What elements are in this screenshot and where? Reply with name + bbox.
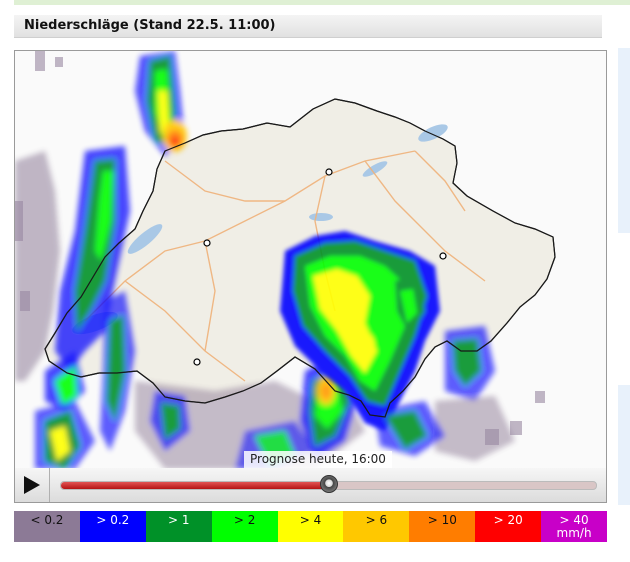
top-accent-bar	[14, 0, 630, 5]
precipitation-map[interactable]	[14, 50, 607, 470]
play-button[interactable]	[15, 468, 50, 502]
page-title: Niederschläge (Stand 22.5. 11:00)	[24, 18, 276, 33]
map-canvas	[15, 51, 556, 469]
legend-item: > 10	[409, 511, 476, 542]
panel-header: Niederschläge (Stand 22.5. 11:00)	[14, 15, 602, 38]
player-controls	[14, 468, 607, 503]
legend-item: > 4	[277, 511, 344, 542]
play-icon	[24, 476, 40, 494]
forecast-time-label: Prognose heute, 16:00	[244, 451, 392, 468]
legend-item: > 0.2	[79, 511, 146, 542]
legend-item: > 2	[211, 511, 278, 542]
legend-item: < 0.2	[14, 511, 80, 542]
side-panel-top	[618, 48, 630, 233]
legend-item: > 20	[475, 511, 542, 542]
timeline-progress	[61, 482, 329, 489]
timeline-track[interactable]	[60, 475, 597, 493]
lake-lucerne	[309, 213, 333, 221]
legend-item: > 6	[343, 511, 410, 542]
side-panel-bottom	[618, 385, 630, 505]
legend-item: > 1	[145, 511, 212, 542]
timeline-handle[interactable]	[319, 475, 338, 493]
precipitation-legend: < 0.2 > 0.2 > 1 > 2 > 4 > 6 > 10 > 20 > 40 mm/h	[14, 511, 608, 542]
legend-item: > 40 mm/h	[541, 511, 608, 542]
